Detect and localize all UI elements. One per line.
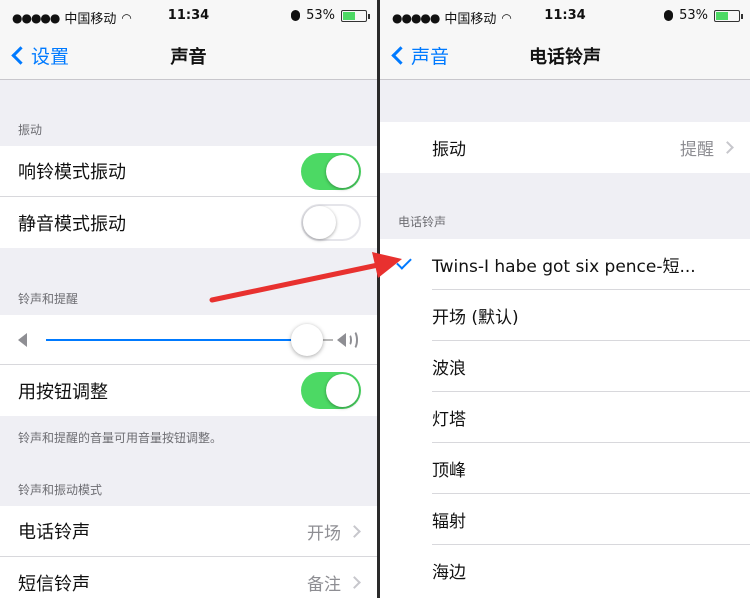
page-title: 声音 [170, 47, 207, 68]
ringtone-item[interactable]: 海边 [380, 545, 750, 596]
ringtone-item[interactable]: 灯塔 [380, 392, 750, 443]
toggle-knob [303, 206, 336, 239]
speaker-high-icon [337, 329, 361, 351]
ringtone-label: 电话铃声 [18, 522, 90, 543]
section-header-vibrate: 振动 [18, 123, 43, 137]
ringtone-row[interactable]: 电话铃声 开场 [0, 506, 377, 557]
battery-icon [714, 9, 743, 22]
patterns-group: 电话铃声 开场 短信铃声 备注 [0, 506, 377, 598]
ringtone-item-label: 波浪 [432, 359, 466, 379]
battery-percent: 53% [306, 8, 335, 23]
ring-vibrate-toggle[interactable] [301, 152, 361, 190]
battery-percent: 53% [679, 8, 708, 23]
ringtone-item-label: Twins-I habe got six pence-短... [432, 257, 696, 277]
sounds-screen: ●●●●● 中国移动 ◠ 11:34 53% 设置 声音 振动 响铃模式振动 静… [0, 0, 377, 598]
chevron-right-icon [348, 524, 361, 538]
vibration-value: 提醒 [680, 140, 714, 160]
ringtone-item-label: 灯塔 [432, 410, 466, 430]
ringtone-item-label: 海边 [432, 563, 466, 583]
ring-vibrate-label: 响铃模式振动 [18, 162, 126, 183]
vibrate-group: 响铃模式振动 静音模式振动 [0, 146, 377, 248]
status-bar: ●●●●● 中国移动 ◠ 11:34 53% [0, 0, 377, 34]
volume-slider-row [0, 315, 377, 365]
ringtone-item[interactable]: 辐射 [380, 494, 750, 545]
speaker-low-icon [18, 333, 27, 347]
text-tone-value: 备注 [307, 575, 341, 595]
ringtone-item-label: 顶峰 [432, 461, 466, 481]
checkmark-icon [396, 254, 412, 270]
ringtone-screen: ●●●●● 中国移动 ◠ 11:34 53% 声音 电话铃声 振动 提醒 电话铃… [380, 0, 750, 598]
toggle-knob [326, 154, 359, 188]
status-right: 53% [664, 8, 743, 23]
page-title: 电话铃声 [529, 47, 601, 68]
volume-slider-thumb[interactable] [291, 324, 323, 356]
silent-vibrate-label: 静音模式振动 [18, 213, 126, 235]
section-header-ringer: 铃声和提醒 [18, 292, 79, 306]
vibration-row[interactable]: 振动 提醒 [380, 122, 750, 173]
change-with-buttons-row: 用按钮调整 [0, 365, 377, 416]
navigation-bar: 声音 电话铃声 [380, 34, 750, 80]
silent-vibrate-toggle[interactable] [301, 204, 361, 241]
ringtone-item[interactable]: 波浪 [380, 341, 750, 392]
ring-vibrate-row: 响铃模式振动 [0, 146, 377, 197]
status-right: 53% [291, 8, 370, 23]
battery-icon [341, 9, 370, 22]
navigation-bar: 设置 声音 [0, 34, 377, 80]
ringtone-list: Twins-I habe got six pence-短... 开场 (默认) … [380, 239, 750, 598]
rotation-lock-icon [291, 10, 301, 21]
section-header-ringtones: 电话铃声 [398, 215, 447, 229]
chevron-right-icon [721, 141, 734, 154]
section-header-patterns: 铃声和振动模式 [18, 483, 103, 497]
ringtone-item[interactable]: 顶峰 [380, 443, 750, 494]
vibration-group: 振动 提醒 [380, 122, 750, 173]
status-bar: ●●●●● 中国移动 ◠ 11:34 53% [380, 0, 750, 34]
ringtone-item-selected[interactable]: Twins-I habe got six pence-短... [380, 239, 750, 290]
change-with-buttons-label: 用按钮调整 [18, 381, 108, 403]
toggle-knob [326, 374, 359, 407]
ringer-group: 用按钮调整 [0, 315, 377, 416]
vibration-label: 振动 [432, 140, 466, 160]
volume-track-filled [46, 339, 311, 341]
text-tone-label: 短信铃声 [18, 573, 90, 595]
change-with-buttons-toggle[interactable] [301, 372, 361, 409]
chevron-right-icon [348, 576, 361, 589]
text-tone-row[interactable]: 短信铃声 备注 [0, 557, 377, 598]
silent-vibrate-row: 静音模式振动 [0, 197, 377, 248]
rotation-lock-icon [664, 10, 674, 21]
ringtone-item-label: 辐射 [432, 512, 466, 532]
ringtone-value: 开场 [307, 523, 341, 544]
ringtone-item[interactable]: 开场 (默认) [380, 290, 750, 341]
ringtone-item-label: 开场 (默认) [432, 308, 519, 328]
ringer-footer-note: 铃声和提醒的音量可用音量按钮调整。 [18, 431, 223, 445]
